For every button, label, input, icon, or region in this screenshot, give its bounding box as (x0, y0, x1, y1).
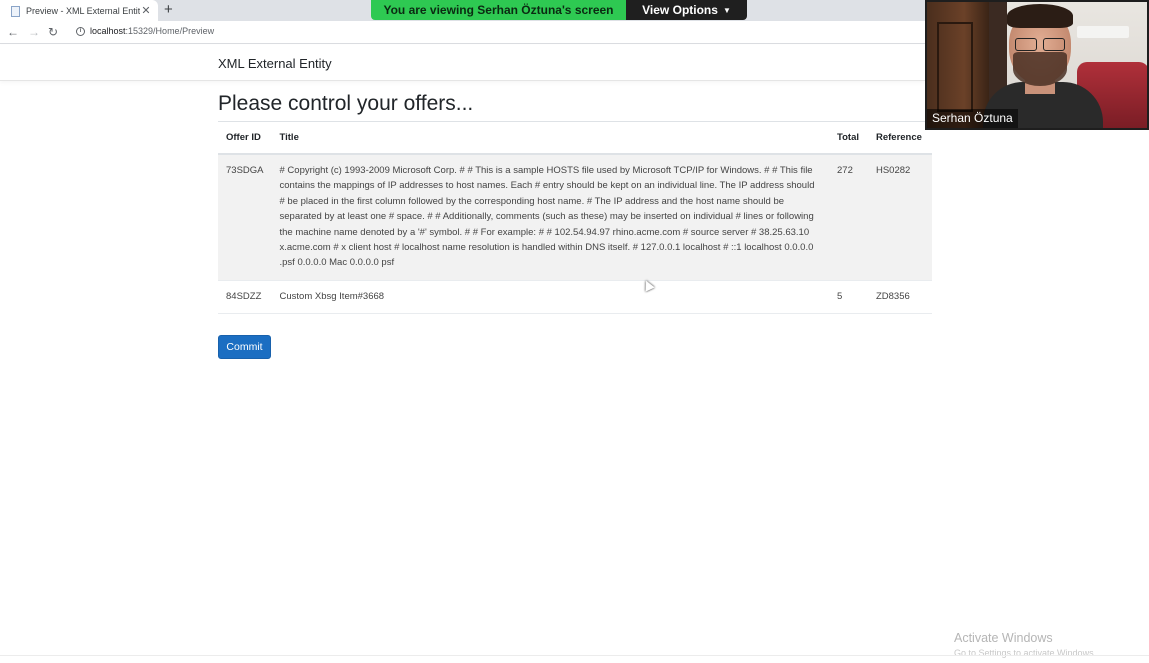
webcam-person-beard (1013, 52, 1067, 86)
activate-windows-title: Activate Windows (954, 631, 1053, 645)
bottom-divider (0, 655, 1149, 656)
webcam-person-hair (1007, 4, 1073, 28)
cell-title: Custom Xbsg Item#3668 (271, 280, 829, 315)
url-host: localhost (90, 26, 126, 36)
view-options-button[interactable]: View Options ▼ (626, 0, 747, 20)
page-favicon-icon (10, 5, 20, 17)
url-field[interactable]: localhost:15329/Home/Preview (90, 26, 214, 36)
view-options-label: View Options (642, 3, 718, 17)
chevron-down-icon: ▼ (722, 5, 731, 15)
table-row: 73SDGA # Copyright (c) 1993-2009 Microso… (218, 154, 932, 281)
back-arrow-icon[interactable]: ← (7, 25, 19, 39)
close-tab-icon[interactable]: ✕ (140, 4, 152, 17)
app-brand[interactable]: XML External Entity (218, 56, 332, 71)
webcam-participant-name: Serhan Öztuna (927, 109, 1018, 128)
app-navbar: XML External Entity (0, 45, 925, 81)
header-offer-id: Offer ID (218, 122, 272, 155)
url-path: :15329/Home/Preview (125, 26, 215, 36)
reload-icon[interactable]: ↻ (48, 25, 58, 39)
header-reference: Reference (867, 122, 932, 155)
page-title: Please control your offers... (218, 92, 474, 115)
site-info-icon[interactable]: i (76, 27, 85, 36)
cell-offer-id: 84SDZZ (218, 280, 272, 315)
webcam-video: Serhan Öztuna (925, 0, 1149, 130)
table-header-row: Offer ID Title Total Reference (218, 122, 932, 155)
cell-title: # Copyright (c) 1993-2009 Microsoft Corp… (271, 154, 829, 281)
new-tab-button[interactable]: + (164, 1, 173, 19)
commit-button[interactable]: Commit (218, 335, 271, 359)
screen-share-banner: You are viewing Serhan Öztuna's screen (371, 0, 626, 20)
table-row: 84SDZZ Custom Xbsg Item#3668 5 ZD8356 (218, 280, 932, 315)
screen-share-text: You are viewing Serhan Öztuna's screen (383, 3, 614, 17)
cell-total: 272 (829, 154, 868, 281)
forward-arrow-icon[interactable]: → (28, 25, 40, 39)
cell-total: 5 (829, 280, 868, 315)
tab-title: Preview - XML External Entity (26, 5, 140, 16)
cell-reference: HS0282 (867, 154, 932, 281)
activate-windows-subtitle: Go to Settings to activate Windows. (954, 648, 1097, 658)
header-total: Total (829, 122, 868, 155)
header-title: Title (271, 122, 829, 155)
webcam-air-conditioner (1077, 26, 1129, 38)
cell-offer-id: 73SDGA (218, 154, 272, 281)
webcam-person-glasses (1015, 38, 1065, 51)
offers-table: Offer ID Title Total Reference 73SDGA # … (218, 122, 932, 315)
browser-tab[interactable]: Preview - XML External Entity ✕ (0, 0, 158, 21)
cell-reference: ZD8356 (867, 280, 932, 315)
